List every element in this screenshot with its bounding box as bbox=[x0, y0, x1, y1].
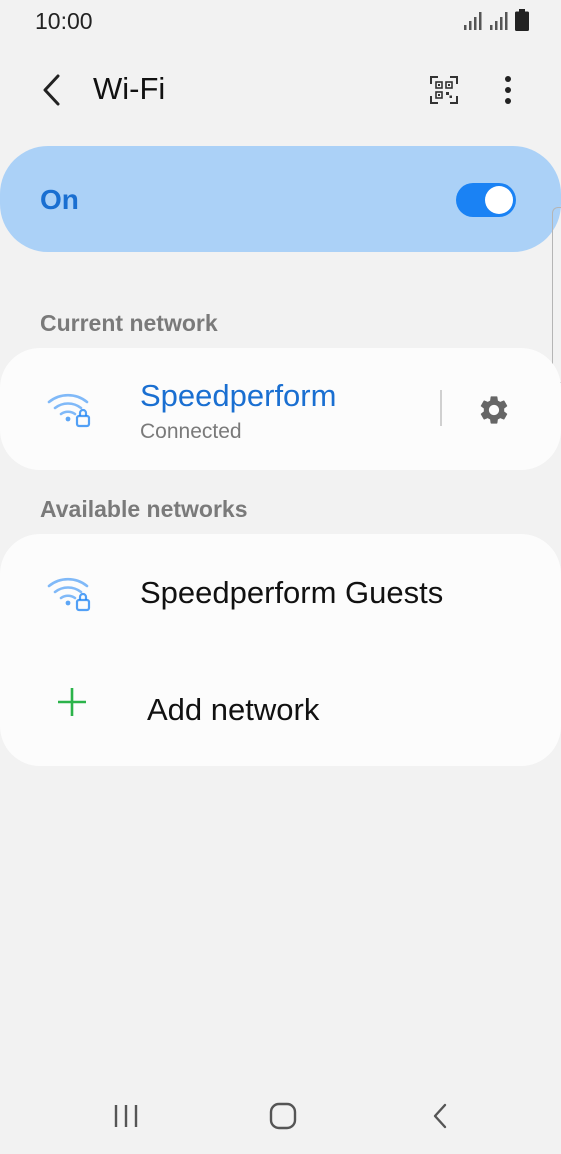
home-button[interactable] bbox=[253, 1094, 313, 1138]
add-network-label: Add network bbox=[147, 692, 320, 727]
add-icon bbox=[58, 688, 86, 716]
divider bbox=[440, 390, 442, 426]
available-networks-header: Available networks bbox=[40, 496, 248, 522]
current-network-header: Current network bbox=[40, 310, 218, 336]
network-name: Speedperform Guests bbox=[140, 575, 444, 610]
current-network-name: Speedperform bbox=[140, 378, 337, 413]
page-title: Wi-Fi bbox=[93, 71, 166, 106]
add-network-button[interactable]: Add network bbox=[0, 650, 561, 766]
wifi-locked-icon bbox=[47, 393, 91, 428]
app-bar: Wi-Fi bbox=[0, 50, 561, 126]
more-options-button[interactable] bbox=[486, 68, 530, 112]
recents-icon bbox=[114, 1105, 138, 1127]
wifi-state-label: On bbox=[40, 184, 79, 215]
wifi-settings-screen: 10:00 Wi-Fi On Current network Speedperf… bbox=[0, 0, 561, 1154]
more-options-icon bbox=[505, 76, 511, 104]
available-networks-card: Speedperform Guests Add network bbox=[0, 534, 561, 766]
wifi-locked-icon bbox=[47, 577, 91, 612]
signal-icon bbox=[490, 12, 508, 30]
back-icon bbox=[43, 74, 60, 106]
back-nav-icon bbox=[433, 1103, 447, 1129]
gear-icon bbox=[480, 396, 508, 424]
home-icon bbox=[269, 1102, 297, 1130]
current-network-status: Connected bbox=[140, 420, 242, 443]
qr-code-button[interactable] bbox=[422, 68, 466, 112]
toggle-knob bbox=[485, 186, 513, 214]
scroll-indicator[interactable] bbox=[552, 207, 561, 383]
status-time: 10:00 bbox=[35, 8, 93, 34]
battery-icon bbox=[515, 9, 529, 31]
status-bar: 10:00 bbox=[0, 0, 561, 44]
signal-icon bbox=[464, 12, 482, 30]
back-button[interactable] bbox=[30, 68, 74, 112]
status-icons bbox=[463, 9, 529, 31]
wifi-toggle-switch[interactable] bbox=[456, 183, 516, 217]
recents-button[interactable] bbox=[96, 1094, 156, 1138]
navigation-bar bbox=[0, 1080, 561, 1154]
back-nav-button[interactable] bbox=[410, 1094, 470, 1138]
qr-code-icon bbox=[430, 76, 458, 104]
wifi-master-switch-row[interactable]: On bbox=[0, 146, 561, 252]
current-network-card[interactable]: Speedperform Connected bbox=[0, 348, 561, 470]
list-item[interactable]: Speedperform Guests bbox=[0, 534, 561, 650]
network-settings-button[interactable] bbox=[472, 388, 516, 432]
